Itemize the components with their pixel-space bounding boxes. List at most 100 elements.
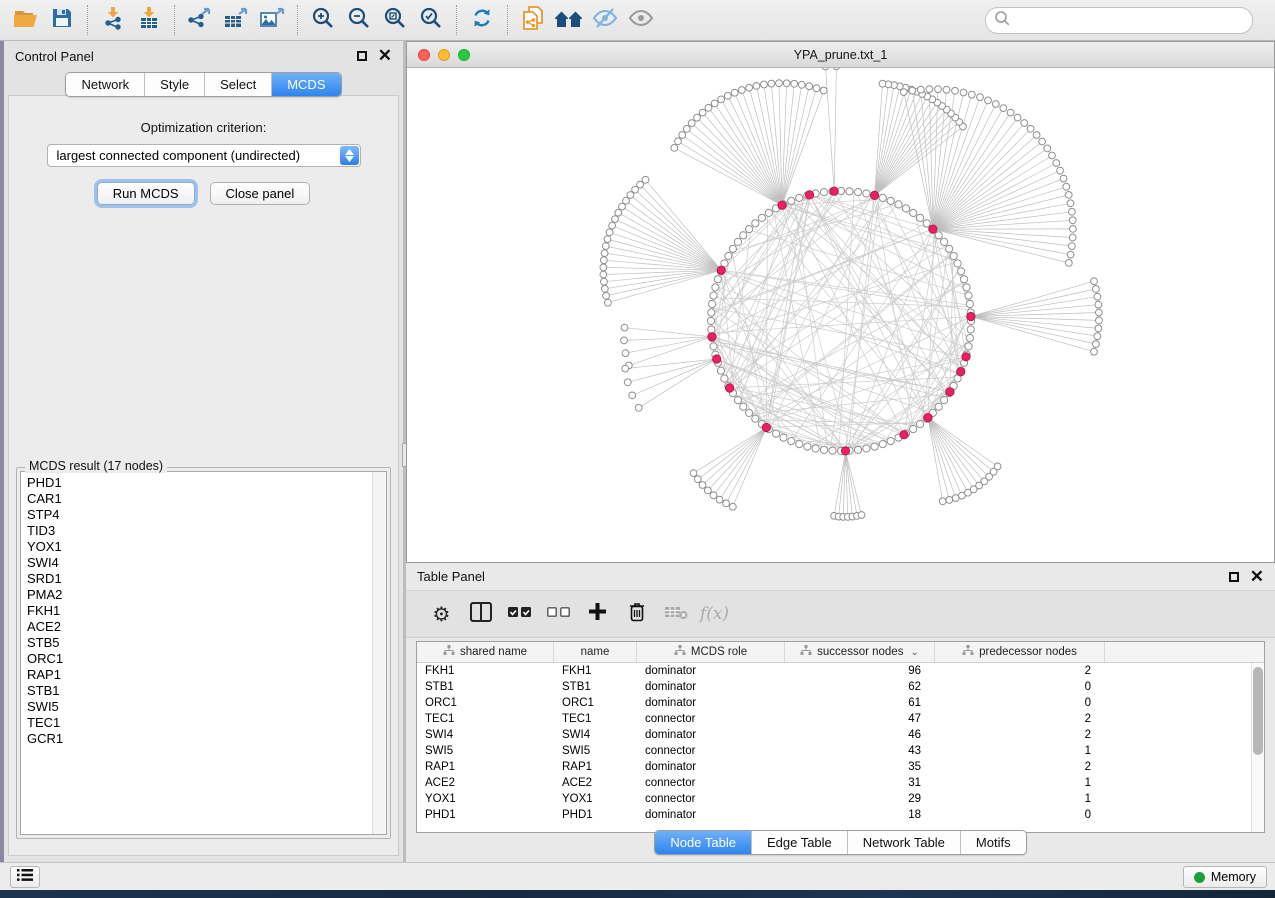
mcds-result-item[interactable]: SRD1: [21, 571, 386, 587]
table-row[interactable]: TEC1TEC1connector472: [417, 711, 1264, 727]
table-row[interactable]: STB1STB1dominator620: [417, 679, 1264, 695]
run-mcds-button[interactable]: Run MCDS: [97, 182, 195, 205]
window-maximize-traffic-light[interactable]: [458, 49, 470, 61]
function-builder-button[interactable]: f(x): [695, 596, 734, 632]
table-settings-button[interactable]: ⚙: [422, 596, 461, 632]
mcds-result-item[interactable]: ORC1: [21, 651, 386, 667]
mcds-result-item[interactable]: TEC1: [21, 715, 386, 731]
table-cell: SWI5: [554, 745, 637, 757]
table-row[interactable]: SWI5SWI5connector431: [417, 743, 1264, 759]
table-tabbar: Node Table Edge Table Network Table Moti…: [654, 830, 1026, 855]
mcds-result-item[interactable]: CAR1: [21, 491, 386, 507]
mcds-result-item[interactable]: TID3: [21, 523, 386, 539]
search-input[interactable]: [1016, 13, 1244, 28]
add-column-button[interactable]: [578, 596, 617, 632]
memory-button[interactable]: Memory: [1183, 866, 1267, 888]
mcds-result-item[interactable]: YOX1: [21, 539, 386, 555]
mcds-list-scrollbar[interactable]: [372, 472, 386, 834]
mcds-result-item[interactable]: STB5: [21, 635, 386, 651]
control-panel: Control Panel ✕ Network Style Select MCD…: [4, 41, 403, 862]
import-network-button[interactable]: [95, 3, 131, 37]
first-neighbors-button[interactable]: [551, 3, 587, 37]
delete-column-button[interactable]: [617, 596, 656, 632]
mcds-result-item[interactable]: STP4: [21, 507, 386, 523]
export-network-button[interactable]: [182, 3, 218, 37]
deselect-all-button[interactable]: [539, 596, 578, 632]
tab-motifs[interactable]: Motifs: [960, 831, 1026, 854]
search-icon: [994, 10, 1011, 32]
table-row[interactable]: FKH1FKH1dominator962: [417, 663, 1264, 679]
table-row[interactable]: RAP1RAP1dominator352: [417, 759, 1264, 775]
network-titlebar[interactable]: YPA_prune.txt_1: [407, 42, 1274, 68]
tab-network[interactable]: Network: [66, 73, 144, 96]
hide-selected-button[interactable]: [587, 3, 623, 37]
search-field[interactable]: [985, 7, 1253, 34]
export-image-button[interactable]: [254, 3, 290, 37]
column-header-label: MCDS role: [691, 646, 747, 658]
mcds-result-list-box: PHD1CAR1STP4TID3YOX1SWI4SRD1PMA2FKH1ACE2…: [20, 471, 387, 835]
zoom-selected-button[interactable]: [413, 3, 449, 37]
tab-style[interactable]: Style: [144, 73, 204, 96]
delete-table-button[interactable]: [656, 596, 695, 632]
column-header[interactable]: MCDS role: [637, 642, 785, 662]
network-canvas[interactable]: [407, 68, 1274, 562]
mcds-result-item[interactable]: FKH1: [21, 603, 386, 619]
float-table-panel-icon[interactable]: [1229, 572, 1239, 582]
mcds-result-item[interactable]: PHD1: [21, 475, 386, 491]
column-header[interactable]: name: [554, 642, 637, 662]
zoom-in-button[interactable]: [305, 3, 341, 37]
desktop-background: [0, 890, 1275, 898]
tab-node-table[interactable]: Node Table: [655, 831, 751, 854]
select-all-button[interactable]: [500, 596, 539, 632]
window-minimize-traffic-light[interactable]: [438, 49, 450, 61]
mcds-result-item[interactable]: SWI4: [21, 555, 386, 571]
mcds-result-item[interactable]: RAP1: [21, 667, 386, 683]
window-close-traffic-light[interactable]: [418, 49, 430, 61]
float-panel-icon[interactable]: [357, 51, 367, 61]
checked-boxes-icon: [508, 605, 532, 623]
mcds-result-item[interactable]: ACE2: [21, 619, 386, 635]
export-table-button[interactable]: [218, 3, 254, 37]
open-session-button[interactable]: [8, 3, 44, 37]
zoom-out-button[interactable]: [341, 3, 377, 37]
table-cell: connector: [637, 777, 785, 789]
mcds-result-item[interactable]: GCR1: [21, 731, 386, 747]
show-all-button[interactable]: [623, 3, 659, 37]
column-header[interactable]: predecessor nodes: [935, 642, 1105, 662]
mcds-result-item[interactable]: PMA2: [21, 587, 386, 603]
table-scrollbar-thumb[interactable]: [1253, 667, 1263, 755]
table-cell: connector: [637, 745, 785, 757]
refresh-view-button[interactable]: [464, 3, 500, 37]
table-row[interactable]: YOX1YOX1connector291: [417, 791, 1264, 807]
mcds-result-item[interactable]: STB1: [21, 683, 386, 699]
close-panel-button[interactable]: Close panel: [210, 182, 311, 205]
mcds-result-item[interactable]: SWI5: [21, 699, 386, 715]
show-all-eye-icon: [628, 6, 654, 35]
table-cell: YOX1: [417, 793, 554, 805]
tab-network-table[interactable]: Network Table: [847, 831, 960, 854]
tab-edge-table[interactable]: Edge Table: [751, 831, 847, 854]
table-cell: 35: [785, 761, 935, 773]
network-title: YPA_prune.txt_1: [794, 48, 888, 62]
criterion-dropdown[interactable]: largest connected component (undirected): [47, 144, 361, 167]
tab-mcds[interactable]: MCDS: [271, 73, 340, 96]
optimization-criterion-label: Optimization criterion:: [9, 120, 398, 135]
task-history-button[interactable]: [10, 866, 40, 888]
table-row[interactable]: ORC1ORC1dominator610: [417, 695, 1264, 711]
save-session-button[interactable]: [44, 3, 80, 37]
table-row[interactable]: PHD1PHD1dominator180: [417, 807, 1264, 823]
column-header[interactable]: successor nodes⌄: [785, 642, 935, 662]
column-layout-button[interactable]: [461, 596, 500, 632]
table-row[interactable]: SWI4SWI4dominator462: [417, 727, 1264, 743]
table-row[interactable]: ACE2ACE2connector311: [417, 775, 1264, 791]
import-table-button[interactable]: [131, 3, 167, 37]
duplicate-network-button[interactable]: [515, 3, 551, 37]
control-panel-title: Control Panel: [15, 49, 357, 64]
zoom-fit-button[interactable]: [377, 3, 413, 37]
table-scrollbar[interactable]: [1251, 663, 1264, 832]
table-cell: 46: [785, 729, 935, 741]
column-header[interactable]: shared name: [417, 642, 554, 662]
tab-select[interactable]: Select: [204, 73, 271, 96]
close-table-panel-icon[interactable]: ✕: [1250, 571, 1264, 583]
close-panel-icon[interactable]: ✕: [378, 50, 392, 62]
